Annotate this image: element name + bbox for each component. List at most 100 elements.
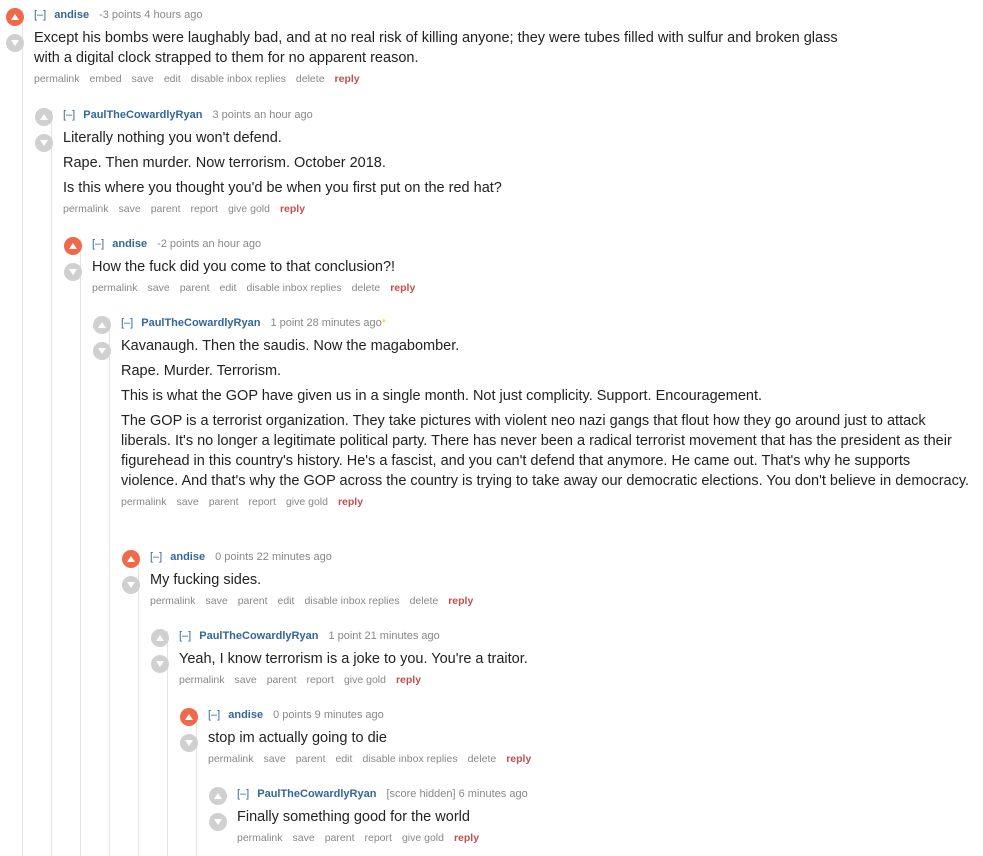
author-link[interactable]: PaulTheCowardlyRyan [83, 109, 202, 121]
edit-link[interactable]: edit [220, 282, 237, 294]
thread-line[interactable] [138, 552, 139, 856]
disable-inbox-replies-link[interactable]: disable inbox replies [246, 282, 341, 294]
collapse-toggle[interactable]: [–] [208, 709, 220, 721]
score-and-time: 0 points 9 minutes ago [273, 709, 384, 721]
upvote-arrow-icon[interactable] [209, 787, 227, 805]
comment-body: [–] andise -2 points an hour ago How the fu… [92, 237, 664, 294]
thread-line[interactable] [80, 239, 81, 856]
give-gold-link[interactable]: give gold [228, 203, 270, 215]
parent-link[interactable]: parent [296, 753, 326, 765]
comment-actions: permalink save parent report give gold reply [121, 496, 971, 508]
downvote-arrow-icon[interactable] [122, 576, 140, 594]
save-link[interactable]: save [235, 674, 257, 686]
comment-actions: permalink embed save edit disable inbox repl… [34, 73, 841, 85]
give-gold-link[interactable]: give gold [402, 832, 444, 844]
thread-line[interactable] [51, 110, 52, 856]
reply-link[interactable]: reply [448, 595, 473, 607]
upvote-arrow-icon[interactable] [180, 708, 198, 726]
report-link[interactable]: report [365, 832, 392, 844]
disable-inbox-replies-link[interactable]: disable inbox replies [191, 73, 286, 85]
embed-link[interactable]: embed [90, 73, 122, 85]
author-link[interactable]: andise [112, 238, 147, 250]
upvote-arrow-icon[interactable] [122, 550, 140, 568]
delete-link[interactable]: delete [352, 282, 381, 294]
downvote-arrow-icon[interactable] [6, 34, 24, 52]
collapse-toggle[interactable]: [–] [150, 551, 162, 563]
upvote-arrow-icon[interactable] [35, 108, 53, 126]
downvote-arrow-icon[interactable] [151, 655, 169, 673]
author-link[interactable]: PaulTheCowardlyRyan [257, 788, 376, 800]
permalink-link[interactable]: permalink [208, 753, 254, 765]
downvote-arrow-icon[interactable] [180, 734, 198, 752]
downvote-arrow-icon[interactable] [35, 134, 53, 152]
author-link[interactable]: andise [54, 9, 89, 21]
save-link[interactable]: save [148, 282, 170, 294]
reply-link[interactable]: reply [280, 203, 305, 215]
permalink-link[interactable]: permalink [150, 595, 196, 607]
author-link[interactable]: andise [228, 709, 263, 721]
reply-link[interactable]: reply [396, 674, 421, 686]
author-link[interactable]: andise [170, 551, 205, 563]
parent-link[interactable]: parent [238, 595, 268, 607]
downvote-arrow-icon[interactable] [64, 263, 82, 281]
give-gold-link[interactable]: give gold [344, 674, 386, 686]
edit-link[interactable]: edit [164, 73, 181, 85]
parent-link[interactable]: parent [267, 674, 297, 686]
save-link[interactable]: save [293, 832, 315, 844]
save-link[interactable]: save [206, 595, 228, 607]
delete-link[interactable]: delete [296, 73, 325, 85]
upvote-arrow-icon[interactable] [93, 316, 111, 334]
report-link[interactable]: report [307, 674, 334, 686]
parent-link[interactable]: parent [180, 282, 210, 294]
arrow-glyph [127, 582, 135, 588]
disable-inbox-replies-link[interactable]: disable inbox replies [304, 595, 399, 607]
comment-body: [–] PaulTheCowardlyRyan 3 points an hour a… [63, 108, 655, 215]
save-link[interactable]: save [132, 73, 154, 85]
upvote-arrow-icon[interactable] [64, 237, 82, 255]
downvote-arrow-icon[interactable] [209, 813, 227, 831]
delete-link[interactable]: delete [410, 595, 439, 607]
permalink-link[interactable]: permalink [34, 73, 80, 85]
collapse-toggle[interactable]: [–] [34, 9, 46, 21]
collapse-toggle[interactable]: [–] [63, 109, 75, 121]
comment-text: This is what the GOP have given us in a … [121, 388, 763, 404]
author-link[interactable]: PaulTheCowardlyRyan [141, 317, 260, 329]
reply-link[interactable]: reply [390, 282, 415, 294]
save-link[interactable]: save [119, 203, 141, 215]
arrow-glyph [185, 714, 193, 720]
permalink-link[interactable]: permalink [179, 674, 225, 686]
report-link[interactable]: report [249, 496, 276, 508]
thread-line[interactable] [196, 710, 197, 856]
upvote-arrow-icon[interactable] [6, 8, 24, 26]
thread-line[interactable] [109, 318, 110, 856]
comment-text: Kavanaugh. Then the saudis. Now the maga… [121, 338, 460, 354]
author-link[interactable]: PaulTheCowardlyRyan [199, 630, 318, 642]
edit-link[interactable]: edit [278, 595, 295, 607]
thread-line[interactable] [22, 10, 23, 856]
comment-tagline: [–] PaulTheCowardlyRyan [score hidden] 6 m… [237, 787, 709, 801]
reply-link[interactable]: reply [454, 832, 479, 844]
edit-link[interactable]: edit [336, 753, 353, 765]
collapse-toggle[interactable]: [–] [179, 630, 191, 642]
reply-link[interactable]: reply [506, 753, 531, 765]
collapse-toggle[interactable]: [–] [121, 317, 133, 329]
upvote-arrow-icon[interactable] [151, 629, 169, 647]
report-link[interactable]: report [191, 203, 218, 215]
reply-link[interactable]: reply [338, 496, 363, 508]
downvote-arrow-icon[interactable] [93, 342, 111, 360]
reply-link[interactable]: reply [335, 73, 360, 85]
permalink-link[interactable]: permalink [121, 496, 167, 508]
parent-link[interactable]: parent [151, 203, 181, 215]
collapse-toggle[interactable]: [–] [92, 238, 104, 250]
delete-link[interactable]: delete [468, 753, 497, 765]
parent-link[interactable]: parent [325, 832, 355, 844]
save-link[interactable]: save [177, 496, 199, 508]
permalink-link[interactable]: permalink [237, 832, 283, 844]
disable-inbox-replies-link[interactable]: disable inbox replies [362, 753, 457, 765]
collapse-toggle[interactable]: [–] [237, 788, 249, 800]
permalink-link[interactable]: permalink [63, 203, 109, 215]
save-link[interactable]: save [264, 753, 286, 765]
permalink-link[interactable]: permalink [92, 282, 138, 294]
parent-link[interactable]: parent [209, 496, 239, 508]
give-gold-link[interactable]: give gold [286, 496, 328, 508]
